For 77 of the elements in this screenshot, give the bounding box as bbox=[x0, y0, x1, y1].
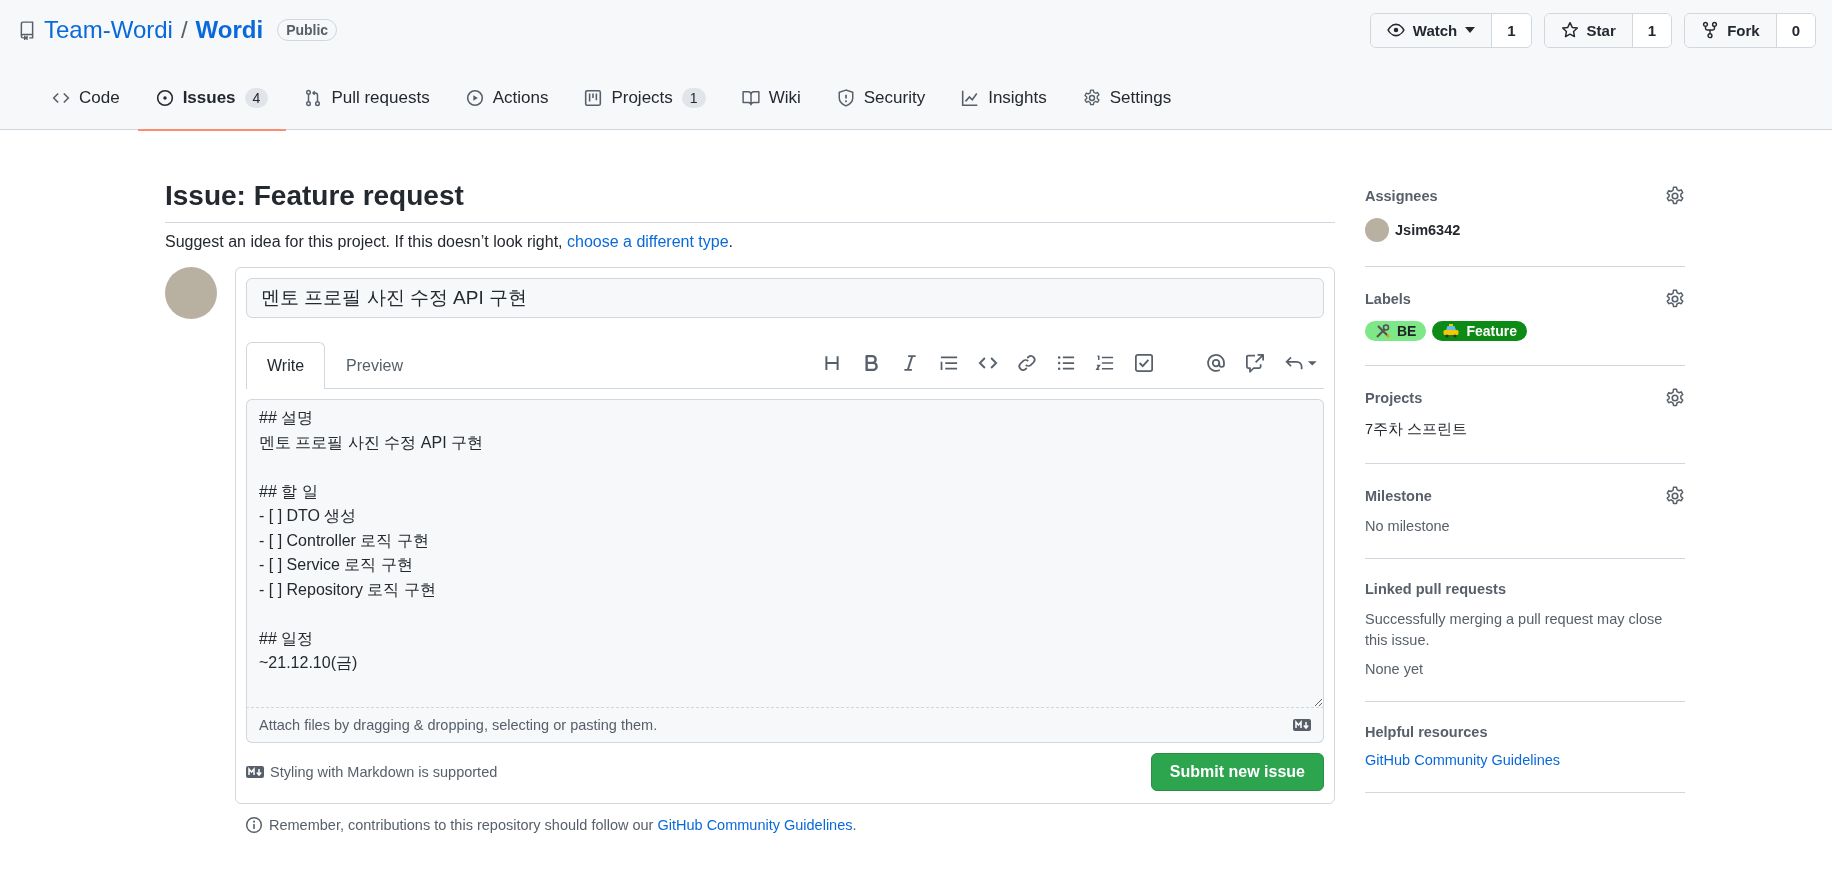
link-icon[interactable] bbox=[1017, 353, 1037, 373]
repo-tab[interactable]: Settings bbox=[1064, 66, 1190, 131]
avatar bbox=[165, 267, 217, 319]
label-tag[interactable]: Feature bbox=[1432, 321, 1528, 341]
gear-icon[interactable] bbox=[1665, 289, 1685, 309]
repo-tab[interactable]: Issues 4 bbox=[137, 66, 287, 131]
star-icon bbox=[1560, 21, 1579, 39]
tab-counter: 1 bbox=[681, 87, 706, 108]
avatar bbox=[1365, 218, 1389, 242]
repo-tab[interactable]: Code bbox=[34, 66, 138, 131]
milestone-value: No milestone bbox=[1365, 518, 1451, 534]
eye-icon bbox=[1386, 21, 1405, 39]
gear-icon bbox=[1082, 88, 1101, 107]
markdown-icon bbox=[246, 766, 264, 778]
graph-icon bbox=[961, 88, 980, 107]
page-title: Issue: Feature request bbox=[165, 180, 1335, 223]
guidelines-link[interactable]: GitHub Community Guidelines bbox=[1365, 752, 1685, 768]
heading-icon[interactable] bbox=[822, 353, 842, 373]
checkbox-icon[interactable] bbox=[1134, 353, 1154, 373]
linked-value: None yet bbox=[1365, 661, 1425, 677]
numbered-list-icon[interactable] bbox=[1095, 353, 1115, 373]
count-label[interactable]: 1 bbox=[1632, 13, 1672, 47]
guidelines-note: Remember, contributions to this repository should follow our GitHub Community Guidelines. bbox=[269, 817, 857, 833]
gear-icon[interactable] bbox=[1665, 388, 1685, 408]
bulleted-list-icon[interactable] bbox=[1056, 353, 1076, 373]
gear-icon[interactable] bbox=[1665, 486, 1685, 506]
linked-note: Successfully merging a pull request may close this issue. bbox=[1365, 610, 1664, 650]
taxi-icon bbox=[1442, 323, 1461, 339]
mention-icon[interactable] bbox=[1206, 353, 1226, 373]
title-field[interactable]: 멘토 프로필 사진 수정 API 구현 bbox=[246, 278, 1324, 318]
body-field[interactable]: ## 설명 멘토 프로필 사진 수정 API 구현 ## 할 일 - [ ] DTO 생성 - [ ] Controller 로직 구현 - [ ] Service 로직 구현 - [ ] Repository 로직 구현 ## 일정 ~21.12.10(금) bbox=[246, 399, 1324, 708]
repo-tab[interactable]: Insights bbox=[943, 66, 1065, 131]
template-note: Suggest an idea for this project. If this doesn’t look right, choose a different type. bbox=[165, 233, 735, 251]
info-icon bbox=[245, 816, 263, 834]
section-title: Milestone bbox=[1365, 488, 1432, 504]
repo-icon bbox=[18, 20, 36, 40]
section-title: Assignees bbox=[1365, 188, 1438, 204]
markdown-icon bbox=[1293, 719, 1311, 731]
repo-link[interactable]: Wordi bbox=[195, 16, 264, 44]
repo-tab[interactable]: Projects 1 bbox=[566, 66, 724, 131]
markdown-note: Styling with Markdown is supported bbox=[270, 764, 498, 780]
tab-counter: 4 bbox=[244, 87, 269, 108]
owner-link[interactable]: Team-Wordi bbox=[44, 16, 173, 44]
attach-hint: Attach files by dragging & dropping, selecting or pasting them. bbox=[259, 717, 658, 733]
section-title: Labels bbox=[1365, 291, 1411, 307]
repo-tab[interactable]: Security bbox=[818, 66, 944, 131]
editor-tab[interactable]: Write bbox=[246, 342, 326, 389]
play-icon bbox=[465, 88, 484, 107]
tools-icon bbox=[1375, 323, 1391, 339]
label-tag[interactable]: BE bbox=[1365, 321, 1427, 341]
section-title: Helpful resources bbox=[1365, 724, 1488, 740]
gear-icon[interactable] bbox=[1665, 186, 1685, 206]
editor-tab[interactable]: Preview bbox=[325, 342, 424, 389]
count-label[interactable]: 0 bbox=[1776, 13, 1815, 47]
issue-icon bbox=[155, 88, 174, 107]
choose-type-link[interactable]: choose a different type bbox=[567, 233, 729, 250]
count-label[interactable]: 1 bbox=[1492, 13, 1531, 47]
caret-icon bbox=[1465, 27, 1476, 33]
section-title: Linked pull requests bbox=[1365, 581, 1506, 597]
repo-tab[interactable]: Actions bbox=[447, 66, 567, 131]
guidelines-link[interactable]: GitHub Community Guidelines bbox=[657, 817, 853, 833]
assignee-link[interactable]: Jsim6342 bbox=[1395, 222, 1461, 238]
repo-tab[interactable]: Pull requests bbox=[286, 66, 448, 131]
watch-button[interactable]: Watch bbox=[1370, 13, 1493, 47]
attach-bar[interactable]: Attach files by dragging & dropping, selecting or pasting them. bbox=[246, 708, 1324, 743]
fork-icon bbox=[1701, 21, 1720, 39]
star-button[interactable]: Star bbox=[1544, 13, 1633, 47]
project-name: 7주차 스프린트 bbox=[1365, 420, 1469, 439]
path-separator: / bbox=[180, 16, 188, 44]
cross-reference-icon[interactable] bbox=[1245, 353, 1265, 373]
repo-tab[interactable]: Wiki bbox=[723, 66, 819, 131]
pull-request-icon bbox=[304, 88, 323, 107]
shield-icon bbox=[836, 88, 855, 107]
section-title: Projects bbox=[1365, 390, 1423, 406]
fork-button[interactable]: Fork bbox=[1685, 13, 1777, 47]
project-board-icon bbox=[584, 88, 603, 107]
book-icon bbox=[741, 88, 760, 107]
